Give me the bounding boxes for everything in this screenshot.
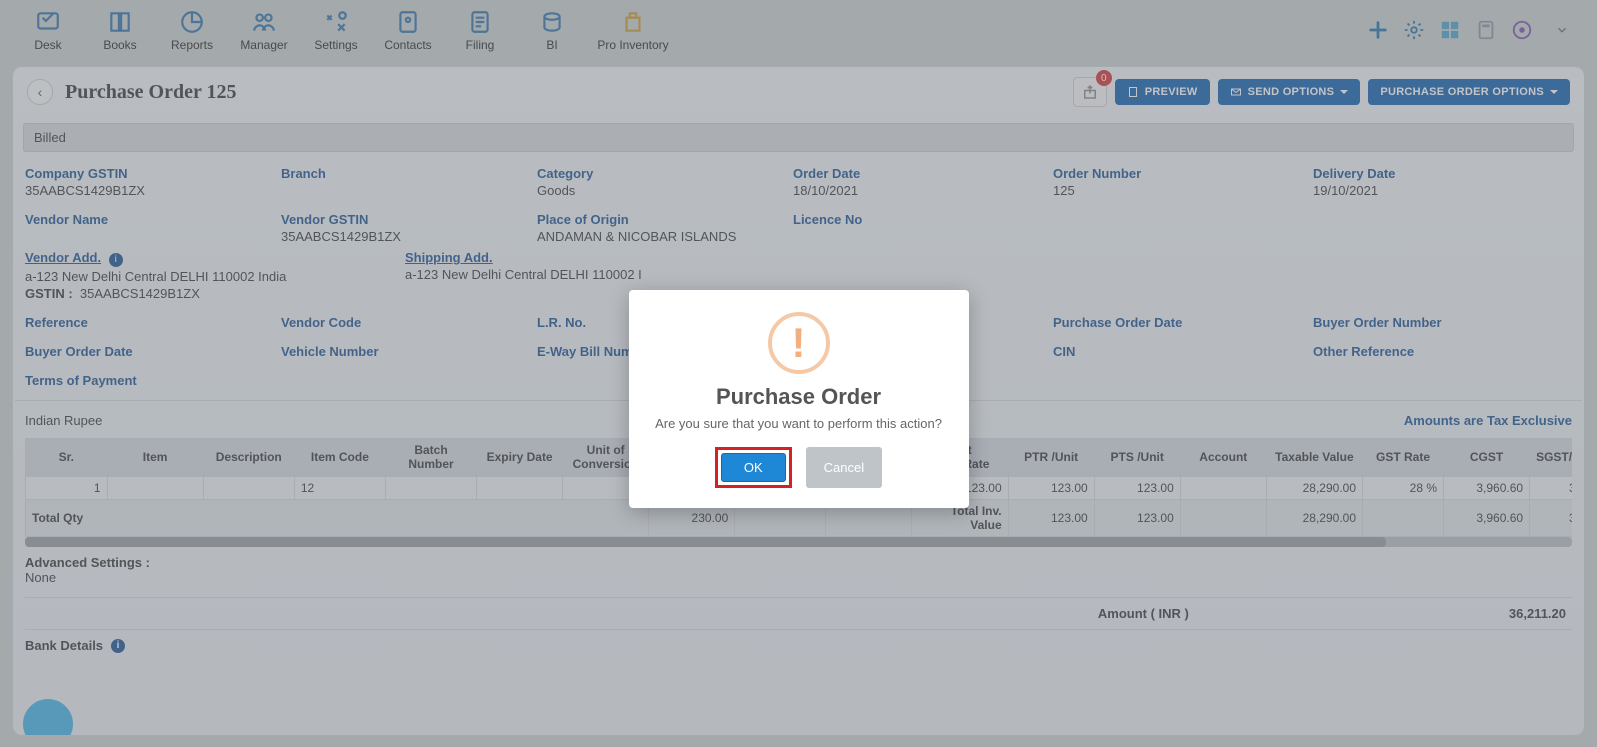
confirm-modal: ! Purchase Order Are you sure that you w… [629, 290, 969, 508]
warning-icon: ! [768, 312, 830, 374]
cancel-button[interactable]: Cancel [806, 447, 882, 488]
modal-title: Purchase Order [651, 384, 947, 410]
ok-highlight: OK [715, 447, 792, 488]
ok-button[interactable]: OK [721, 453, 786, 482]
modal-overlay: ! Purchase Order Are you sure that you w… [0, 0, 1597, 747]
modal-message: Are you sure that you want to perform th… [651, 416, 947, 431]
